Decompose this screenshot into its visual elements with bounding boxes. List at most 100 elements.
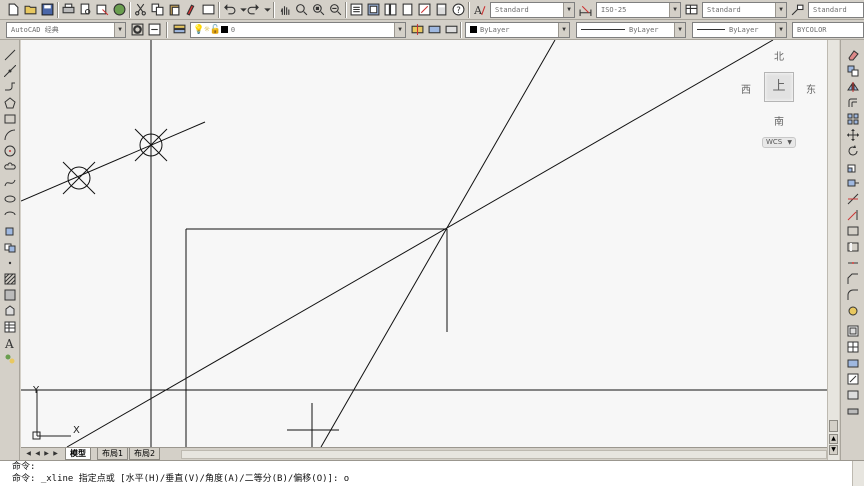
zoom-previous-icon[interactable] (328, 2, 343, 17)
offset-tool-icon[interactable] (846, 96, 860, 109)
vertical-scrollbar[interactable]: ▲ ▼ (827, 40, 839, 460)
text-style-select[interactable]: Standard ▼ (490, 2, 575, 18)
trim-tool-icon[interactable] (846, 192, 860, 205)
mirror-tool-icon[interactable] (846, 80, 860, 93)
print-preview-icon[interactable] (78, 2, 93, 17)
first-tab-icon[interactable]: ◀ (25, 450, 32, 458)
compass-south[interactable]: 南 (774, 113, 784, 128)
rectangle-tool-icon[interactable] (3, 112, 17, 125)
ellipse-arc-tool-icon[interactable] (3, 208, 17, 221)
array-tool-icon[interactable] (846, 112, 860, 125)
last-tab-icon[interactable]: ▶ (52, 450, 59, 458)
command-window[interactable]: 命令: 命令: _xline 指定点或 [水平(H)/垂直(V)/角度(A)/二… (0, 460, 864, 486)
tab-model[interactable]: 模型 (65, 448, 91, 460)
markup-icon[interactable] (417, 2, 432, 17)
properties-icon[interactable] (349, 2, 364, 17)
spline-tool-icon[interactable] (3, 176, 17, 189)
scroll-up-icon[interactable]: ▲ (829, 434, 838, 444)
viewport-tool-icon[interactable] (846, 340, 860, 353)
sheet-set-icon[interactable] (400, 2, 415, 17)
next-tab-icon[interactable]: ▶ (43, 450, 50, 458)
command-scrollbar[interactable] (852, 461, 864, 486)
scale-viewport-tool-icon[interactable] (846, 388, 860, 401)
tool-palettes-icon[interactable] (383, 2, 398, 17)
multileader-style-icon[interactable] (790, 2, 805, 17)
lineweight-select[interactable]: ByLayer ▼ (692, 22, 787, 38)
wcs-menu[interactable]: WCS ▼ (762, 137, 796, 148)
polyline-tool-icon[interactable] (3, 80, 17, 93)
arc-tool-icon[interactable] (3, 128, 17, 141)
insert-block-tool-icon[interactable] (3, 224, 17, 237)
layer-states-icon[interactable] (444, 22, 459, 37)
new-file-icon[interactable] (6, 2, 21, 17)
compass-west[interactable]: 西 (741, 81, 751, 96)
match-properties-icon[interactable] (184, 2, 199, 17)
named-views-tool-icon[interactable] (846, 356, 860, 369)
make-block-tool-icon[interactable] (3, 240, 17, 253)
gradient-tool-icon[interactable] (3, 288, 17, 301)
zoom-window-icon[interactable] (311, 2, 326, 17)
layer-select[interactable]: 💡☼🔓 0 ▼ (190, 22, 406, 38)
point-tool-icon[interactable] (3, 256, 17, 269)
layer-properties-icon[interactable] (172, 22, 187, 37)
workspace-select[interactable]: AutoCAD 经典 ▼ (6, 22, 126, 38)
drawing-canvas[interactable]: 北 西 东 南 上 WCS ▼ Y X (21, 40, 827, 447)
copy-icon[interactable] (150, 2, 165, 17)
compass-east[interactable]: 东 (806, 81, 816, 96)
explode-tool-icon[interactable] (846, 304, 860, 317)
fillet-tool-icon[interactable] (846, 288, 860, 301)
circle-tool-icon[interactable] (3, 144, 17, 157)
viewcube-top-face[interactable]: 上 (764, 72, 794, 102)
scale-tool-icon[interactable] (846, 160, 860, 173)
extend-tool-icon[interactable] (846, 208, 860, 221)
table-tool-icon[interactable] (3, 320, 17, 333)
color-select[interactable]: ByLayer ▼ (465, 22, 570, 38)
clip-viewport-tool-icon[interactable] (846, 372, 860, 385)
compass-north[interactable]: 北 (774, 48, 784, 63)
join-tool-icon[interactable] (846, 256, 860, 269)
revision-cloud-tool-icon[interactable] (3, 160, 17, 173)
my-workspace-icon[interactable] (147, 22, 162, 37)
break-tool-icon[interactable] (846, 240, 860, 253)
erase-tool-icon[interactable] (846, 48, 860, 61)
hatch-tool-icon[interactable] (3, 272, 17, 285)
help-icon[interactable]: ? (451, 2, 466, 17)
construction-line-tool-icon[interactable] (3, 64, 17, 77)
layer-previous-icon[interactable] (427, 22, 442, 37)
pan-icon[interactable] (277, 2, 292, 17)
rotate-tool-icon[interactable] (846, 144, 860, 157)
save-icon[interactable] (40, 2, 55, 17)
zoom-realtime-icon[interactable] (294, 2, 309, 17)
calculator-icon[interactable] (434, 2, 449, 17)
3d-dwf-icon[interactable] (112, 2, 127, 17)
table-style-icon[interactable] (684, 2, 699, 17)
horizontal-scrollbar[interactable] (181, 450, 827, 459)
multiline-text-tool-icon[interactable]: A (3, 336, 17, 349)
tab-layout2[interactable]: 布局2 (129, 448, 161, 460)
chamfer-tool-icon[interactable] (846, 272, 860, 285)
scroll-down-icon[interactable]: ▼ (829, 445, 838, 455)
polygon-tool-icon[interactable] (3, 96, 17, 109)
workspace-settings-icon[interactable] (130, 22, 145, 37)
open-folder-icon[interactable] (23, 2, 38, 17)
publish-icon[interactable] (95, 2, 110, 17)
tab-layout1[interactable]: 布局1 (97, 448, 129, 460)
stretch-tool-icon[interactable] (846, 176, 860, 189)
print-icon[interactable] (61, 2, 76, 17)
viewcube[interactable]: 北 西 东 南 上 WCS ▼ (736, 44, 824, 154)
dim-style-icon[interactable] (578, 2, 593, 17)
multileader-style-select[interactable]: Standard (808, 2, 864, 18)
block-editor-icon[interactable] (201, 2, 216, 17)
dim-style-select[interactable]: ISO-25 ▼ (596, 2, 681, 18)
linetype-select[interactable]: ByLayer ▼ (576, 22, 686, 38)
redo-icon[interactable] (246, 2, 261, 17)
break-at-point-tool-icon[interactable] (846, 224, 860, 237)
copy-object-tool-icon[interactable] (846, 64, 860, 77)
layout-tool-icon[interactable] (846, 324, 860, 337)
add-selected-tool-icon[interactable] (3, 352, 17, 365)
previous-tab-icon[interactable]: ◀ (34, 450, 41, 458)
cut-icon[interactable] (133, 2, 148, 17)
make-layer-current-icon[interactable] (410, 22, 425, 37)
ellipse-tool-icon[interactable] (3, 192, 17, 205)
design-center-icon[interactable] (366, 2, 381, 17)
